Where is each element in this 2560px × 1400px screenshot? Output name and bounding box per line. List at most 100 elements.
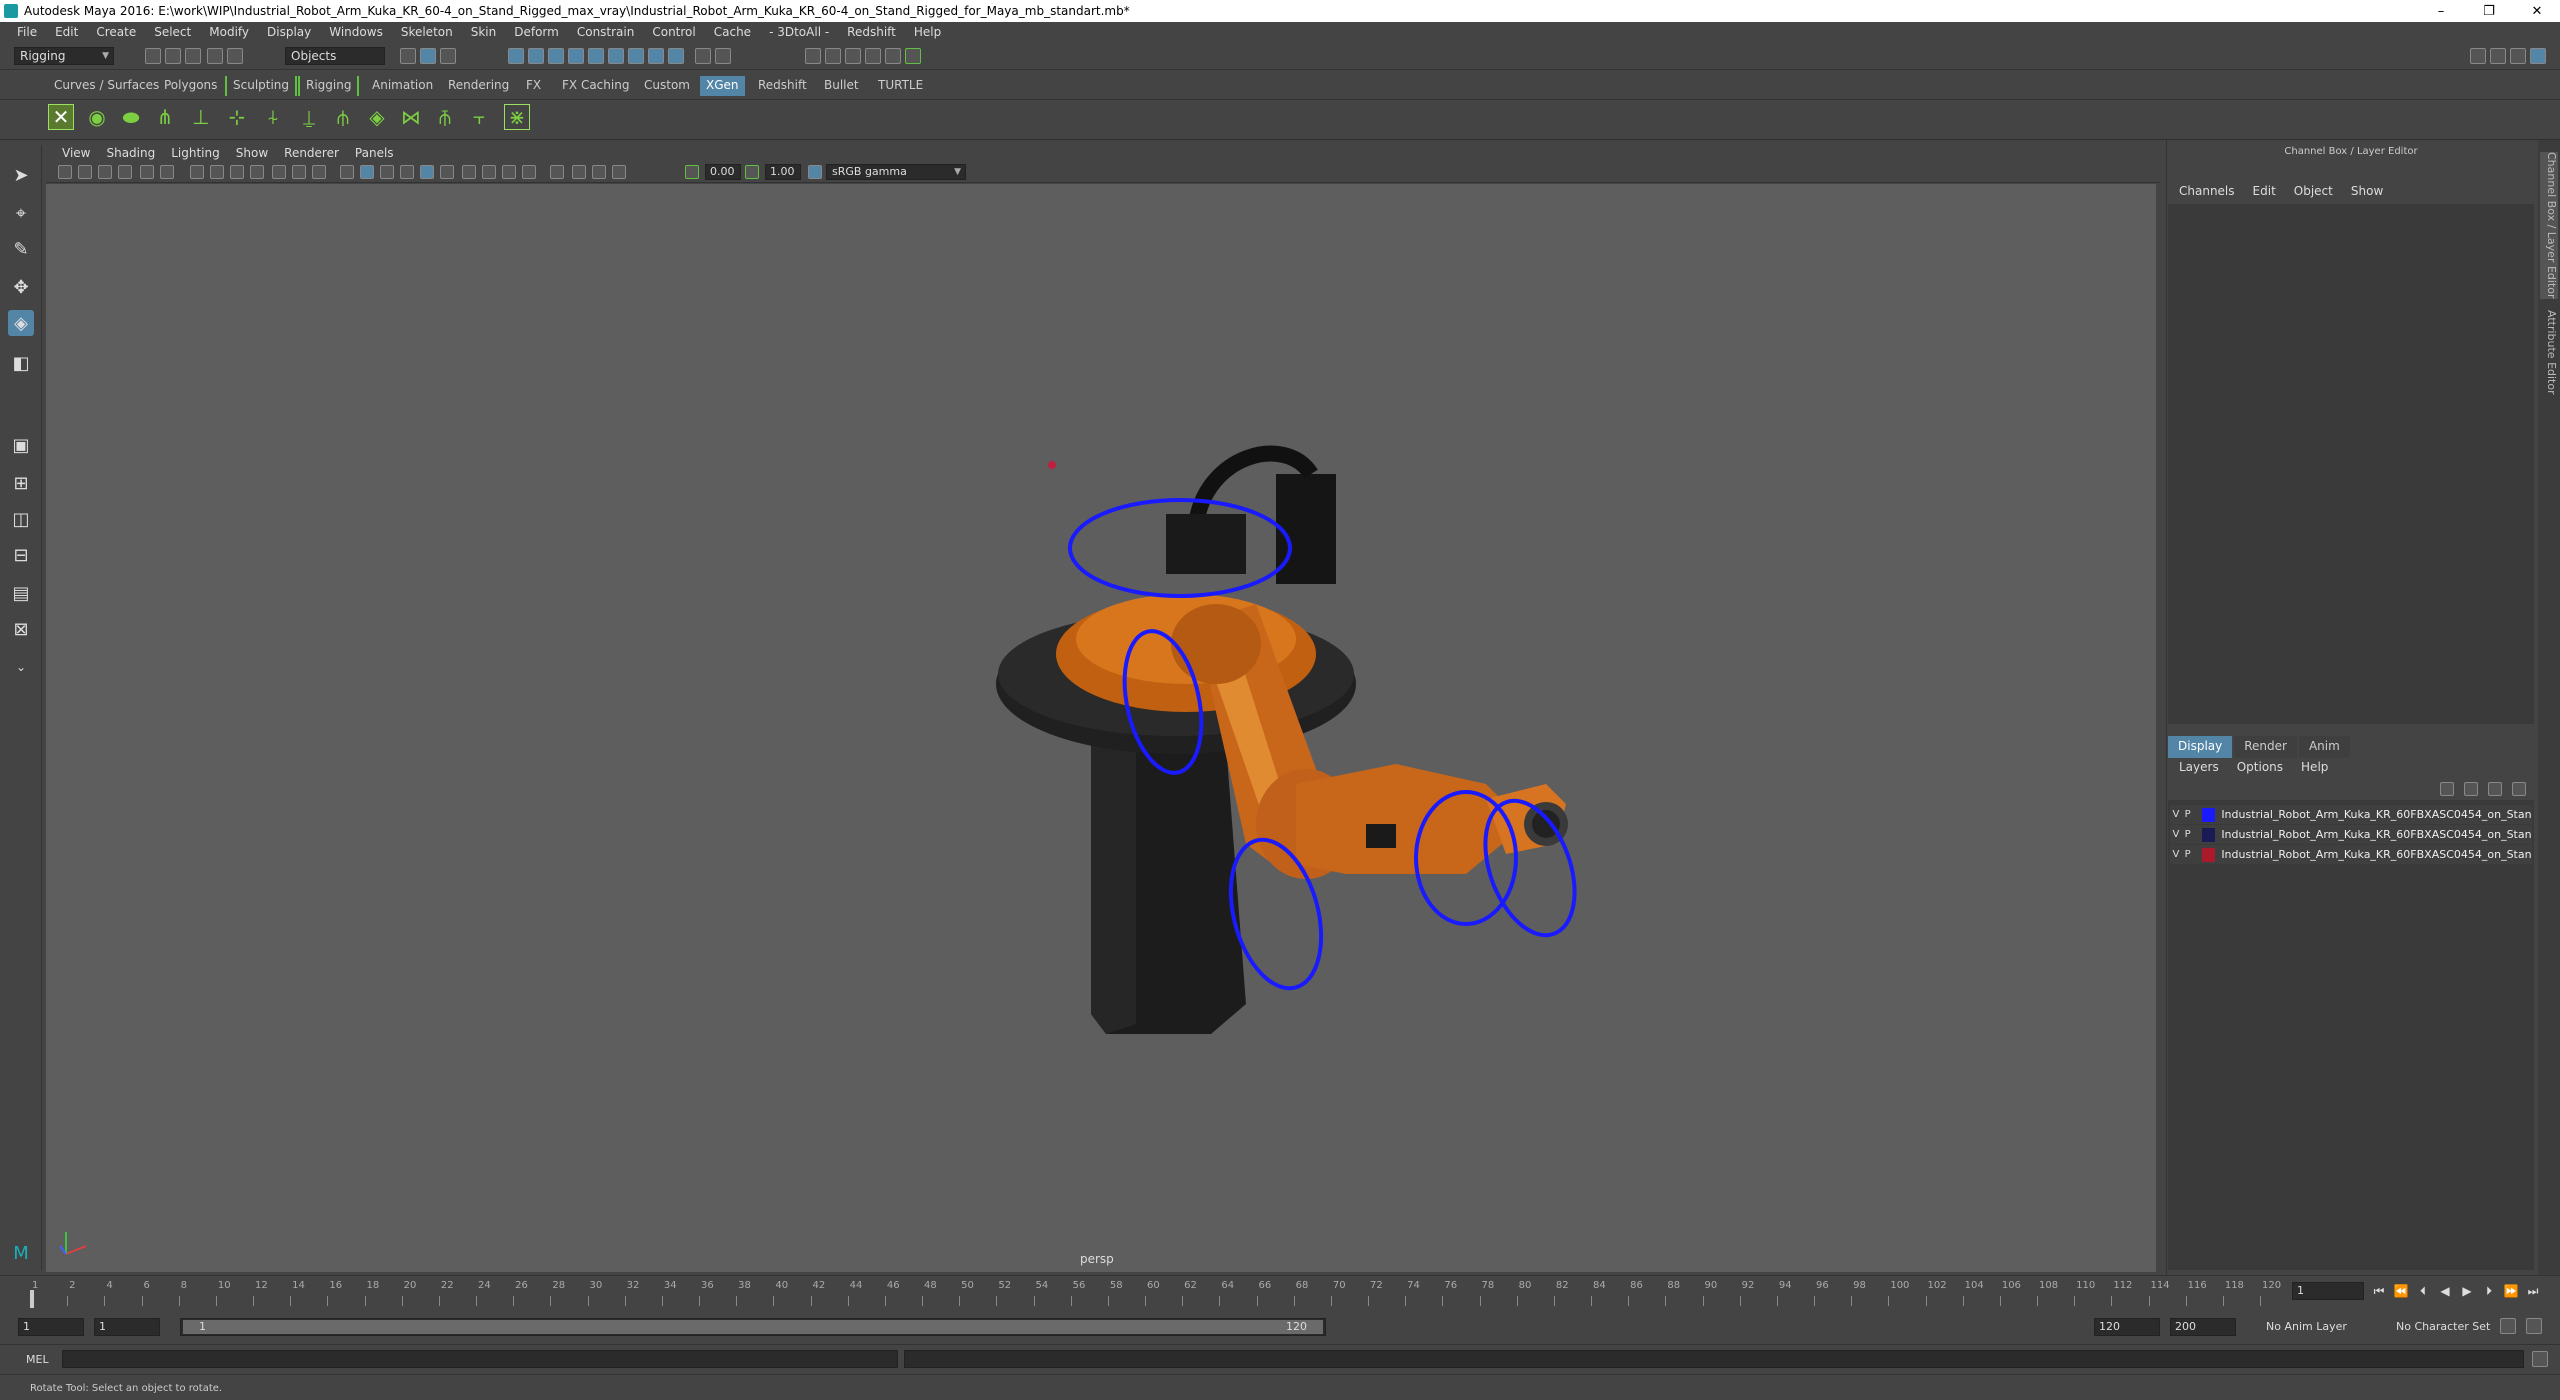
- render-current-icon[interactable]: [825, 48, 841, 64]
- layer-playback-toggle[interactable]: P: [2182, 809, 2194, 820]
- exposure-field[interactable]: 0.00: [705, 164, 741, 180]
- animation-start-field[interactable]: 1: [18, 1318, 84, 1336]
- gamma-icon[interactable]: [745, 165, 759, 179]
- wireframe-on-shaded-icon[interactable]: [380, 165, 394, 179]
- persp-graph-layout-icon[interactable]: ⊟: [8, 542, 34, 568]
- gamma-field[interactable]: 1.00: [765, 164, 801, 180]
- close-button[interactable]: ✕: [2514, 0, 2560, 22]
- undo-icon[interactable]: [207, 48, 223, 64]
- isolate-select-icon[interactable]: [550, 165, 564, 179]
- xgen-lock-guide-icon[interactable]: ⍊: [296, 104, 322, 130]
- snap-project-icon[interactable]: [648, 48, 664, 64]
- lasso-tool-icon[interactable]: ⌖: [8, 200, 34, 226]
- expand-layouts-icon[interactable]: ⌄: [8, 654, 34, 680]
- viewport-menu-shading[interactable]: Shading: [98, 146, 163, 160]
- tab-xgen[interactable]: XGen: [700, 76, 745, 96]
- save-scene-icon[interactable]: [185, 48, 201, 64]
- layer-row[interactable]: V P Industrial_Robot_Arm_Kuka_KR_60FBXAS…: [2170, 805, 2532, 824]
- current-time-indicator[interactable]: [30, 1290, 34, 1308]
- xgen-create-description-icon[interactable]: ◉: [84, 104, 110, 130]
- redshift-render-icon[interactable]: [905, 48, 921, 64]
- script-language-toggle[interactable]: MEL: [26, 1353, 49, 1366]
- channel-box-area[interactable]: [2168, 204, 2534, 724]
- object-menu[interactable]: Object: [2285, 184, 2342, 202]
- xgen-comb-icon[interactable]: ⫛: [330, 104, 356, 130]
- field-chart-icon[interactable]: [272, 165, 286, 179]
- go-to-start-icon[interactable]: ⏮: [2370, 1284, 2388, 1300]
- options-menu[interactable]: Options: [2228, 760, 2292, 778]
- toggle-attribute-editor-icon[interactable]: [2490, 48, 2506, 64]
- layer-color-swatch[interactable]: [2201, 827, 2216, 842]
- xgen-clumping-icon[interactable]: ⋈: [398, 104, 424, 130]
- layer-move-down-icon[interactable]: [2464, 782, 2478, 796]
- character-set-label[interactable]: No Character Set: [2396, 1320, 2490, 1333]
- use-all-lights-icon[interactable]: [420, 165, 434, 179]
- toggle-channel-box-icon[interactable]: [2530, 48, 2546, 64]
- x-ray-joints-icon[interactable]: [592, 165, 606, 179]
- minimize-button[interactable]: –: [2418, 0, 2464, 22]
- smooth-shade-icon[interactable]: [360, 165, 374, 179]
- menu-file[interactable]: File: [8, 25, 46, 39]
- menu-modify[interactable]: Modify: [200, 25, 258, 39]
- xgen-add-patches-icon[interactable]: ⬬: [118, 104, 144, 130]
- playback-end-field[interactable]: 120: [2094, 1318, 2160, 1336]
- perspective-viewport[interactable]: [46, 184, 2156, 1272]
- menu-select[interactable]: Select: [145, 25, 200, 39]
- anim-preferences-icon[interactable]: [2526, 1318, 2542, 1334]
- persp-outliner-layout-icon[interactable]: ◫: [8, 506, 34, 532]
- snap-curve-icon[interactable]: [528, 48, 544, 64]
- x-ray-icon[interactable]: [572, 165, 586, 179]
- rotate-tool-icon[interactable]: ◈: [8, 310, 34, 336]
- menu-control[interactable]: Control: [643, 25, 704, 39]
- layer-visibility-toggle[interactable]: V: [2170, 849, 2182, 860]
- xgen-place-guides-icon[interactable]: ⊥: [188, 104, 214, 130]
- hypershade-icon[interactable]: [885, 48, 901, 64]
- grease-pencil-icon[interactable]: [160, 165, 174, 179]
- locator-point[interactable]: [1048, 461, 1056, 469]
- shadows-icon[interactable]: [440, 165, 454, 179]
- motion-blur-icon[interactable]: [482, 165, 496, 179]
- toggle-modeling-toolkit-icon[interactable]: [2470, 48, 2486, 64]
- multisample-aa-icon[interactable]: [502, 165, 516, 179]
- help-menu[interactable]: Help: [2292, 760, 2337, 778]
- xgen-noise-icon[interactable]: ⫚: [432, 104, 458, 130]
- maximize-button[interactable]: ❐: [2466, 0, 2512, 22]
- side-tab-attribute-editor[interactable]: Attribute Editor: [2540, 310, 2558, 395]
- menu-edit[interactable]: Edit: [46, 25, 87, 39]
- select-tool-icon[interactable]: ➤: [8, 162, 34, 188]
- tab-bullet[interactable]: Bullet: [818, 76, 865, 96]
- redo-icon[interactable]: [227, 48, 243, 64]
- four-view-layout-icon[interactable]: ⊞: [8, 470, 34, 496]
- menu-help[interactable]: Help: [905, 25, 950, 39]
- play-backwards-icon[interactable]: ◀: [2436, 1284, 2454, 1300]
- outliner-layout-icon[interactable]: ▤: [8, 580, 34, 606]
- menu-constrain[interactable]: Constrain: [568, 25, 644, 39]
- film-gate-icon[interactable]: [210, 165, 224, 179]
- viewport-menu-panels[interactable]: Panels: [347, 146, 402, 160]
- image-plane-icon[interactable]: [118, 165, 132, 179]
- depth-of-field-icon[interactable]: [522, 165, 536, 179]
- edit-menu[interactable]: Edit: [2244, 184, 2285, 202]
- snap-vertex-icon[interactable]: [608, 48, 624, 64]
- tab-render-layers[interactable]: Render: [2234, 736, 2297, 758]
- ipr-render-icon[interactable]: [845, 48, 861, 64]
- layer-move-up-icon[interactable]: [2440, 782, 2454, 796]
- resolution-gate-icon[interactable]: [230, 165, 244, 179]
- camera-attributes-icon[interactable]: [78, 165, 92, 179]
- layer-visibility-toggle[interactable]: V: [2170, 809, 2182, 820]
- snap-grid-icon[interactable]: [508, 48, 524, 64]
- paint-select-tool-icon[interactable]: ✎: [8, 236, 34, 262]
- viewport-menu-show[interactable]: Show: [228, 146, 276, 160]
- command-input[interactable]: [62, 1350, 898, 1368]
- layer-row[interactable]: V P Industrial_Robot_Arm_Kuka_KR_60FBXAS…: [2170, 845, 2532, 864]
- layer-color-swatch[interactable]: [2201, 847, 2216, 862]
- new-layer-icon[interactable]: [2488, 782, 2502, 796]
- menu-windows[interactable]: Windows: [320, 25, 392, 39]
- menu-redshift[interactable]: Redshift: [838, 25, 905, 39]
- xgen-cut-icon[interactable]: ⫟: [466, 104, 492, 130]
- safe-title-icon[interactable]: [312, 165, 326, 179]
- tab-anim-layers[interactable]: Anim: [2298, 736, 2350, 758]
- tab-custom[interactable]: Custom: [638, 76, 696, 96]
- selection-mode-dropdown[interactable]: Objects: [285, 47, 385, 65]
- exposure-icon[interactable]: [685, 165, 699, 179]
